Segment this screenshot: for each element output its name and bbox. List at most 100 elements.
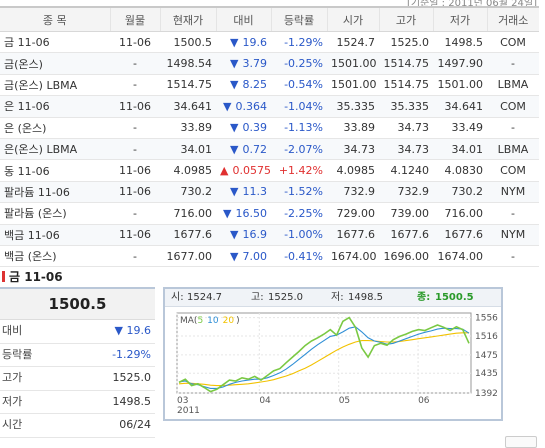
change-value: 7.00 bbox=[242, 249, 268, 263]
high-price: 34.73 bbox=[379, 117, 433, 139]
item-name[interactable]: 백금 11-06 bbox=[0, 224, 110, 246]
price-change: ▼ 0.72 bbox=[216, 138, 271, 161]
contract-month: - bbox=[110, 245, 160, 268]
high-price: 1696.00 bbox=[379, 245, 433, 268]
table-row[interactable]: 은 (온스) -33.89 ▼ 0.39 -1.13% 33.89 34.73 33.49- bbox=[0, 117, 539, 139]
high-price: 35.335 bbox=[379, 95, 433, 118]
contract-month: - bbox=[110, 202, 160, 225]
detail-row: 시간 06/24 bbox=[0, 414, 155, 438]
price-change: ▲ 0.0575 bbox=[216, 159, 271, 182]
column-header: 시가 bbox=[326, 6, 379, 32]
contract-month: - bbox=[110, 52, 160, 75]
more-button[interactable] bbox=[505, 436, 537, 448]
open-price: 4.0985 bbox=[327, 159, 379, 182]
section-title-text: 금 11-06 bbox=[9, 270, 63, 284]
open-price: 34.73 bbox=[327, 138, 379, 161]
change-rate: -1.29% bbox=[271, 31, 327, 54]
item-name[interactable]: 금(온스) bbox=[0, 52, 110, 75]
change-value: 11.3 bbox=[242, 185, 268, 199]
arrow-down-icon: ▼ bbox=[230, 78, 239, 92]
price-change: ▼ 16.50 bbox=[216, 202, 271, 225]
high-price: 739.00 bbox=[379, 202, 433, 225]
low-price: 730.2 bbox=[433, 181, 487, 204]
price-chart-panel: 시: 1524.7 고: 1525.0 저: 1498.5 종: 1500.5 … bbox=[163, 287, 503, 421]
legend-entry: 20 bbox=[223, 316, 235, 326]
arrow-down-icon: ▼ bbox=[230, 35, 239, 49]
table-row[interactable]: 금(온스) LBMA -1514.75 ▼ 8.25 -0.54% 1501.00 1514… bbox=[0, 74, 539, 97]
change-value: 16.50 bbox=[235, 206, 268, 220]
contract-month: - bbox=[110, 138, 160, 161]
change-value: 0.0575 bbox=[232, 164, 271, 178]
exchange: - bbox=[487, 202, 539, 225]
item-name[interactable]: 팔라듐 11-06 bbox=[0, 181, 110, 204]
high-price: 1525.0 bbox=[379, 31, 433, 54]
legend-entry: 5 bbox=[197, 316, 203, 326]
table-row[interactable]: 금(온스) -1498.54 ▼ 3.79 -0.25% 1501.00 1514.75 14… bbox=[0, 52, 539, 75]
item-name[interactable]: 은(온스) LBMA bbox=[0, 138, 110, 161]
arrow-down-icon: ▼ bbox=[230, 249, 239, 263]
y-tick-label: 1516 bbox=[475, 332, 498, 342]
current-price: 1498.54 bbox=[160, 52, 216, 75]
arrow-down-icon: ▼ bbox=[223, 99, 232, 113]
change-value: 0.364 bbox=[235, 99, 268, 113]
table-row[interactable]: 백금 (온스) -1677.00 ▼ 7.00 -0.41% 1674.00 1696.00… bbox=[0, 245, 539, 268]
section-title: 금 11-06 bbox=[2, 268, 63, 285]
price-change: ▼ 11.3 bbox=[216, 181, 271, 204]
open-price: 732.9 bbox=[327, 181, 379, 204]
high-price: 1677.6 bbox=[379, 224, 433, 246]
contract-month: - bbox=[110, 74, 160, 97]
current-price: 1500.5 bbox=[0, 289, 155, 320]
change-value: 16.9 bbox=[242, 228, 268, 242]
section-marker bbox=[2, 271, 5, 282]
exchange: LBMA bbox=[487, 74, 539, 97]
table-row[interactable]: 팔라듐 11-06 11-06 730.2 ▼ 11.3 -1.52% 732.9 732.9… bbox=[0, 181, 539, 204]
item-name[interactable]: 은 11-06 bbox=[0, 95, 110, 118]
detail-value: -1.29% bbox=[112, 347, 151, 361]
open-label: 시: bbox=[171, 292, 184, 303]
column-header: 대비 bbox=[215, 6, 271, 32]
exchange: COM bbox=[487, 159, 539, 182]
current-price: 34.01 bbox=[160, 138, 216, 161]
price-detail-panel: 1500.5 대비 ▼ 19.6 등락률 -1.29% 고가 1525.0 저가 1498.5… bbox=[0, 287, 155, 438]
table-row[interactable]: 은 11-06 11-06 34.641 ▼ 0.364 -1.04% 35.335 35.3… bbox=[0, 95, 539, 118]
open-price: 1677.6 bbox=[327, 224, 379, 246]
column-header: 고가 bbox=[378, 6, 433, 32]
x-tick-label: 04 bbox=[259, 396, 271, 406]
detail-value: 06/24 bbox=[119, 418, 151, 431]
year-label: 2011 bbox=[177, 406, 200, 416]
high-price: 4.1240 bbox=[379, 159, 433, 182]
detail-row: 등락률 -1.29% bbox=[0, 344, 155, 367]
detail-value: ▼ 19.6 bbox=[114, 324, 151, 337]
exchange: NYM bbox=[487, 224, 539, 246]
item-name[interactable]: 금(온스) LBMA bbox=[0, 74, 110, 97]
change-rate: -1.00% bbox=[271, 224, 327, 246]
table-row[interactable]: 팔라듐 (온스) -716.00 ▼ 16.50 -2.25% 729.00 739.00 7… bbox=[0, 202, 539, 225]
low-price: 4.0830 bbox=[433, 159, 487, 182]
chart-legend: MA(5 10 20) bbox=[180, 316, 240, 326]
chart-ohlc-header: 시: 1524.7 고: 1525.0 저: 1498.5 종: 1500.5 bbox=[165, 289, 501, 307]
arrow-down-icon: ▼ bbox=[230, 185, 239, 199]
low-price: 1501.00 bbox=[433, 74, 487, 97]
contract-month: - bbox=[110, 117, 160, 139]
detail-label: 대비 bbox=[2, 324, 23, 337]
item-name[interactable]: 동 11-06 bbox=[0, 159, 110, 182]
table-row[interactable]: 은(온스) LBMA -34.01 ▼ 0.72 -2.07% 34.73 34.73 34.… bbox=[0, 138, 539, 161]
change-value: 0.39 bbox=[242, 121, 268, 135]
item-name[interactable]: 백금 (온스) bbox=[0, 245, 110, 268]
contract-month: 11-06 bbox=[110, 159, 160, 182]
change-rate: -2.25% bbox=[271, 202, 327, 225]
y-tick-label: 1435 bbox=[475, 369, 498, 379]
table-row[interactable]: 동 11-06 11-06 4.0985 ▲ 0.0575 +1.42% 4.0985 4.1… bbox=[0, 159, 539, 182]
item-name[interactable]: 팔라듐 (온스) bbox=[0, 202, 110, 225]
arrow-down-icon: ▼ bbox=[230, 121, 239, 135]
exchange: - bbox=[487, 117, 539, 139]
table-row[interactable]: 백금 11-06 11-06 1677.6 ▼ 16.9 -1.00% 1677.6 1677… bbox=[0, 224, 539, 246]
high-price: 732.9 bbox=[379, 181, 433, 204]
open-price: 35.335 bbox=[327, 95, 379, 118]
item-name[interactable]: 금 11-06 bbox=[0, 31, 110, 54]
detail-value: 1525.0 bbox=[112, 371, 152, 384]
moving-average-chart: 1556 1516 1475 1435 1392 03 04 05 06 2011 MA(5 10 20… bbox=[176, 312, 498, 416]
item-name[interactable]: 은 (온스) bbox=[0, 117, 110, 139]
table-row[interactable]: 금 11-06 11-06 1500.5 ▼ 19.6 -1.29% 1524.7 1525.… bbox=[0, 31, 539, 54]
price-change: ▼ 0.39 bbox=[216, 117, 271, 139]
